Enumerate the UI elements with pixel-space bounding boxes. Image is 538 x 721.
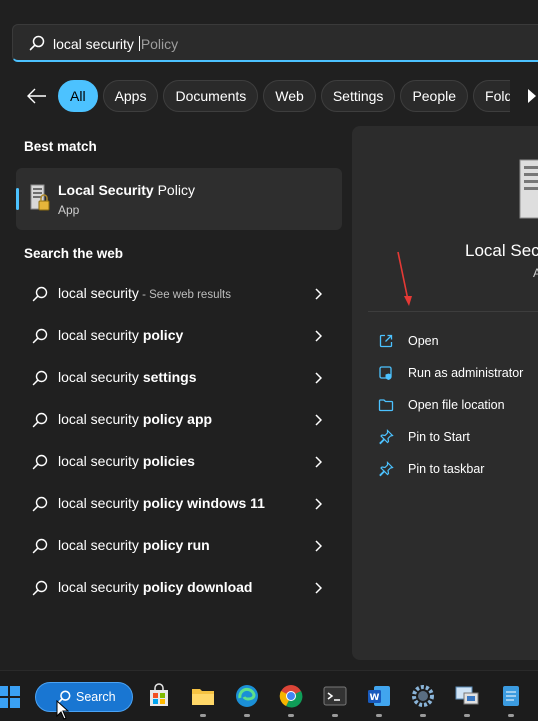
web-result-row[interactable]: local security policy windows 11 [16, 484, 342, 524]
shield-admin-icon [379, 366, 392, 380]
search-icon [32, 412, 48, 428]
running-indicator [420, 714, 426, 717]
search-icon [32, 370, 48, 386]
running-indicator [332, 714, 338, 717]
local-security-policy-large-icon [519, 159, 538, 219]
taskbar-search-button[interactable]: Search [35, 682, 133, 712]
folder-icon [378, 399, 394, 412]
word-icon[interactable]: W [366, 683, 392, 709]
web-result-text: local security policy download [58, 579, 253, 595]
web-result-text: local security policy app [58, 411, 213, 427]
settings-gear-icon[interactable] [410, 683, 436, 709]
chevron-right-icon [315, 540, 322, 552]
terminal-icon[interactable] [322, 683, 348, 709]
web-result-row[interactable]: local security policies [16, 442, 342, 482]
search-icon [32, 580, 48, 596]
filter-chip-documents[interactable]: Documents [163, 80, 259, 112]
web-result-text: local security settings [58, 369, 197, 385]
taskbar: Search W [0, 670, 538, 721]
preview-title: Local Secu [465, 241, 538, 260]
chevron-right-icon [315, 372, 322, 384]
store-icon[interactable] [146, 683, 172, 709]
chevron-right-icon [315, 498, 322, 510]
running-indicator [464, 714, 470, 717]
file-explorer-icon[interactable] [190, 683, 216, 709]
web-result-text: local security - See web results [58, 285, 231, 301]
action-label: Pin to taskbar [408, 462, 485, 476]
web-result-row[interactable]: local security settings [16, 358, 342, 398]
pin-icon [379, 461, 394, 477]
search-icon [32, 454, 48, 470]
running-indicator [200, 714, 206, 717]
search-suggestion-text: Policy [140, 36, 179, 52]
chevron-right-icon [315, 414, 322, 426]
filter-chip-all[interactable]: All [58, 80, 98, 112]
annotation-arrow-icon [397, 251, 412, 306]
search-typed-text: local security [53, 36, 138, 52]
running-indicator [508, 714, 514, 717]
web-result-row[interactable]: local security - See web results [16, 274, 342, 314]
start-icon[interactable] [0, 684, 22, 710]
chevron-right-icon [315, 288, 322, 300]
start-search-panel: local security Policy All Apps Documents… [0, 0, 538, 670]
search-icon [32, 496, 48, 512]
action-label: Run as administrator [408, 366, 524, 380]
web-result-row[interactable]: local security policy [16, 316, 342, 356]
web-result-text: local security policy run [58, 537, 210, 553]
more-filters-arrow-icon[interactable] [528, 89, 536, 103]
pin-icon [379, 429, 394, 445]
web-result-text: local security policy windows 11 [58, 495, 265, 511]
preview-divider [368, 311, 538, 312]
mouse-cursor-icon [56, 700, 70, 720]
search-icon [32, 286, 48, 302]
back-arrow-icon[interactable] [24, 85, 50, 107]
filter-chip-apps[interactable]: Apps [102, 80, 159, 112]
svg-text:W: W [370, 693, 380, 703]
best-match-subtitle: App [58, 203, 80, 217]
open-external-icon [379, 334, 393, 348]
search-box[interactable]: local security Policy [12, 24, 538, 62]
running-indicator [244, 714, 250, 717]
search-input[interactable]: local security Policy [53, 36, 178, 52]
taskbar-search-label: Search [76, 690, 116, 704]
filter-chip-settings[interactable]: Settings [320, 80, 396, 112]
local-security-policy-icon [30, 184, 50, 211]
chevron-right-icon [315, 582, 322, 594]
web-result-text: local security policies [58, 453, 195, 469]
preview-subtitle: A [533, 266, 538, 280]
notepad-icon[interactable] [498, 683, 524, 709]
action-label: Pin to Start [408, 430, 470, 444]
preview-pane: Local Secu A Open Run as administrator O… [352, 126, 538, 660]
chevron-right-icon [315, 456, 322, 468]
filter-chip-web[interactable]: Web [263, 80, 316, 112]
web-result-text: local security policy [58, 327, 184, 343]
action-label: Open file location [408, 398, 505, 412]
best-match-title: Local Security Policy [58, 182, 195, 198]
filter-chips: All Apps Documents Web Settings People F… [58, 80, 533, 112]
chevron-right-icon [315, 330, 322, 342]
search-icon [32, 538, 48, 554]
selection-indicator [16, 188, 19, 210]
running-indicator [288, 714, 294, 717]
remote-desktop-icon[interactable] [454, 683, 480, 709]
web-result-row[interactable]: local security policy download [16, 568, 342, 608]
web-result-row[interactable]: local security policy app [16, 400, 342, 440]
best-match-item[interactable]: Local Security Policy App [16, 168, 342, 230]
search-icon [29, 35, 45, 51]
edge-icon[interactable] [234, 683, 260, 709]
search-web-label: Search the web [24, 246, 124, 261]
text-caret [138, 36, 140, 51]
web-result-row[interactable]: local security policy run [16, 526, 342, 566]
search-icon [32, 328, 48, 344]
action-label: Open [408, 334, 439, 348]
filter-chip-people[interactable]: People [400, 80, 469, 112]
best-match-label: Best match [24, 139, 97, 154]
chrome-icon[interactable] [278, 683, 304, 709]
running-indicator [376, 714, 382, 717]
